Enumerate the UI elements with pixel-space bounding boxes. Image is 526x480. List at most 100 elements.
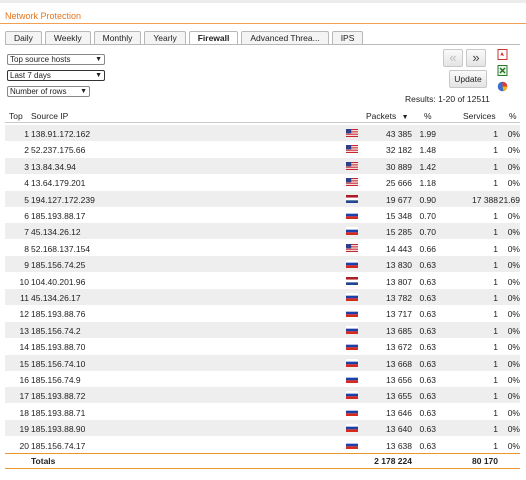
table-row[interactable]: 2 52.237.175.66 32 182 1.48 1 0% — [5, 141, 520, 157]
us-flag-icon — [346, 243, 358, 252]
table-row[interactable]: 20 185.156.74.17 13 638 0.63 1 0% — [5, 437, 520, 453]
table-row[interactable]: 16 185.156.74.9 13 656 0.63 1 0% — [5, 371, 520, 387]
row-packets-pct: 0.63 — [419, 440, 436, 451]
table-row[interactable]: 5 194.127.172.239 19 677 0.90 17 388 21.69 — [5, 190, 520, 207]
row-rank: 7 — [24, 227, 29, 238]
row-source-ip[interactable]: 185.193.88.90 — [31, 424, 85, 434]
pie-chart-icon[interactable] — [497, 81, 508, 92]
ru-flag-icon — [346, 211, 358, 219]
row-source-ip[interactable]: 185.193.88.72 — [31, 391, 85, 401]
row-source-ip[interactable]: 185.156.74.17 — [31, 441, 85, 451]
row-services: 1 — [493, 178, 498, 189]
table-row[interactable]: 19 185.193.88.90 13 640 0.63 1 0% — [5, 420, 520, 437]
row-packets: 15 348 — [386, 211, 412, 221]
row-packets-pct: 0.63 — [419, 375, 436, 385]
row-services-pct: 0% — [507, 260, 520, 271]
row-services: 1 — [493, 391, 498, 402]
row-count-select[interactable]: Number of rows ▼ — [7, 86, 90, 97]
row-source-ip[interactable]: 185.156.74.9 — [31, 375, 81, 385]
tab-advanced-threat[interactable]: Advanced Threa... — [241, 31, 329, 44]
row-packets: 30 889 — [386, 161, 412, 172]
tab-yearly[interactable]: Yearly — [144, 31, 186, 44]
row-source-ip[interactable]: 45.134.26.12 — [31, 227, 81, 237]
table-row[interactable]: 11 45.134.26.17 13 782 0.63 1 0% — [5, 289, 520, 305]
row-rank: 19 — [19, 424, 29, 435]
row-source-ip[interactable]: 13.64.179.201 — [31, 178, 85, 188]
row-rank: 20 — [19, 440, 29, 451]
table-row[interactable]: 12 185.193.88.76 13 717 0.63 1 0% — [5, 305, 520, 321]
results-count: Results: 1-20 of 12511 — [405, 94, 490, 104]
prev-page-button[interactable]: « — [443, 49, 463, 67]
ru-flag-icon — [346, 424, 358, 433]
row-packets-pct: 0.63 — [419, 293, 436, 303]
row-source-ip[interactable]: 52.168.137.154 — [31, 244, 90, 254]
row-packets: 13 668 — [386, 358, 412, 369]
row-source-ip[interactable]: 138.91.172.162 — [31, 129, 90, 139]
row-services-pct: 0% — [507, 440, 520, 451]
table-row[interactable]: 7 45.134.26.12 15 285 0.70 1 0% — [5, 223, 520, 240]
row-services: 1 — [493, 407, 498, 418]
row-source-ip[interactable]: 13.84.34.94 — [31, 162, 76, 172]
table-row[interactable]: 4 13.64.179.201 25 666 1.18 1 0% — [5, 174, 520, 190]
row-services-pct: 0% — [507, 145, 520, 156]
row-source-ip[interactable]: 185.156.74.25 — [31, 260, 85, 270]
table-row[interactable]: 13 185.156.74.2 13 685 0.63 1 0% — [5, 321, 520, 338]
sort-desc-icon: ▼ — [401, 114, 409, 121]
totals-services: 80 170 — [472, 456, 498, 466]
us-flag-icon — [346, 161, 358, 170]
table-row[interactable]: 14 185.193.88.70 13 672 0.63 1 0% — [5, 338, 520, 354]
row-packets: 13 656 — [386, 375, 412, 385]
table-row[interactable]: 3 13.84.34.94 30 889 1.42 1 0% — [5, 157, 520, 174]
table-row[interactable]: 10 104.40.201.96 13 807 0.63 1 0% — [5, 273, 520, 289]
row-source-ip[interactable]: 104.40.201.96 — [31, 277, 85, 287]
row-packets-pct: 0.63 — [419, 260, 436, 271]
tab-daily[interactable]: Daily — [5, 31, 42, 44]
row-source-ip[interactable]: 185.156.74.2 — [31, 326, 81, 336]
row-source-ip[interactable]: 185.193.88.76 — [31, 309, 85, 319]
update-button[interactable]: Update — [449, 70, 487, 88]
row-services: 1 — [493, 424, 498, 435]
table-row[interactable]: 1 138.91.172.162 43 385 1.99 1 0% — [5, 125, 520, 141]
tab-weekly[interactable]: Weekly — [44, 31, 91, 44]
next-page-button[interactable]: » — [466, 49, 486, 67]
pdf-icon[interactable] — [497, 49, 508, 60]
tab-monthly[interactable]: Monthly — [93, 31, 142, 44]
ru-flag-icon — [346, 260, 358, 269]
tab-ips[interactable]: IPS — [331, 31, 364, 44]
ru-flag-icon — [346, 325, 358, 334]
row-packets-pct: 0.70 — [419, 227, 436, 238]
table-row[interactable]: 8 52.168.137.154 14 443 0.66 1 0% — [5, 240, 520, 256]
row-source-ip[interactable]: 185.193.88.17 — [31, 211, 85, 221]
table-row[interactable]: 15 185.156.74.10 13 668 0.63 1 0% — [5, 354, 520, 371]
row-packets-pct: 1.99 — [419, 129, 436, 139]
row-rank: 8 — [24, 243, 29, 254]
row-packets: 32 182 — [386, 145, 412, 156]
date-range-select[interactable]: Last 7 days ▼ — [7, 70, 105, 81]
row-source-ip[interactable]: 185.156.74.10 — [31, 359, 85, 369]
table-row[interactable]: 6 185.193.88.17 15 348 0.70 1 0% — [5, 207, 520, 223]
row-source-ip[interactable]: 185.193.88.71 — [31, 408, 85, 418]
row-source-ip[interactable]: 45.134.26.17 — [31, 293, 81, 303]
ru-flag-icon — [346, 391, 358, 400]
ru-flag-icon — [346, 358, 358, 367]
row-source-ip[interactable]: 185.193.88.70 — [31, 342, 85, 352]
table-row[interactable]: 17 185.193.88.72 13 655 0.63 1 0% — [5, 387, 520, 404]
report-type-value: Top source hosts — [10, 55, 71, 64]
row-source-ip[interactable]: 194.127.172.239 — [31, 195, 95, 205]
col-header-packets-label: Packets — [366, 111, 397, 121]
report-type-select[interactable]: Top source hosts ▼ — [7, 54, 105, 65]
row-rank: 4 — [24, 178, 29, 189]
row-packets-pct: 0.63 — [419, 391, 436, 402]
row-packets: 13 685 — [386, 325, 412, 336]
ru-flag-icon — [346, 309, 358, 318]
excel-icon[interactable] — [497, 65, 508, 76]
row-rank: 16 — [19, 375, 29, 385]
tab-divider — [5, 44, 520, 45]
row-count-value: Number of rows — [10, 87, 67, 96]
row-rank: 12 — [19, 309, 29, 320]
tab-firewall[interactable]: Firewall — [188, 31, 239, 45]
row-source-ip[interactable]: 52.237.175.66 — [31, 145, 85, 155]
table-row[interactable]: 18 185.193.88.71 13 646 0.63 1 0% — [5, 404, 520, 420]
table-row[interactable]: 9 185.156.74.25 13 830 0.63 1 0% — [5, 256, 520, 273]
row-services-pct: 0% — [507, 211, 520, 221]
